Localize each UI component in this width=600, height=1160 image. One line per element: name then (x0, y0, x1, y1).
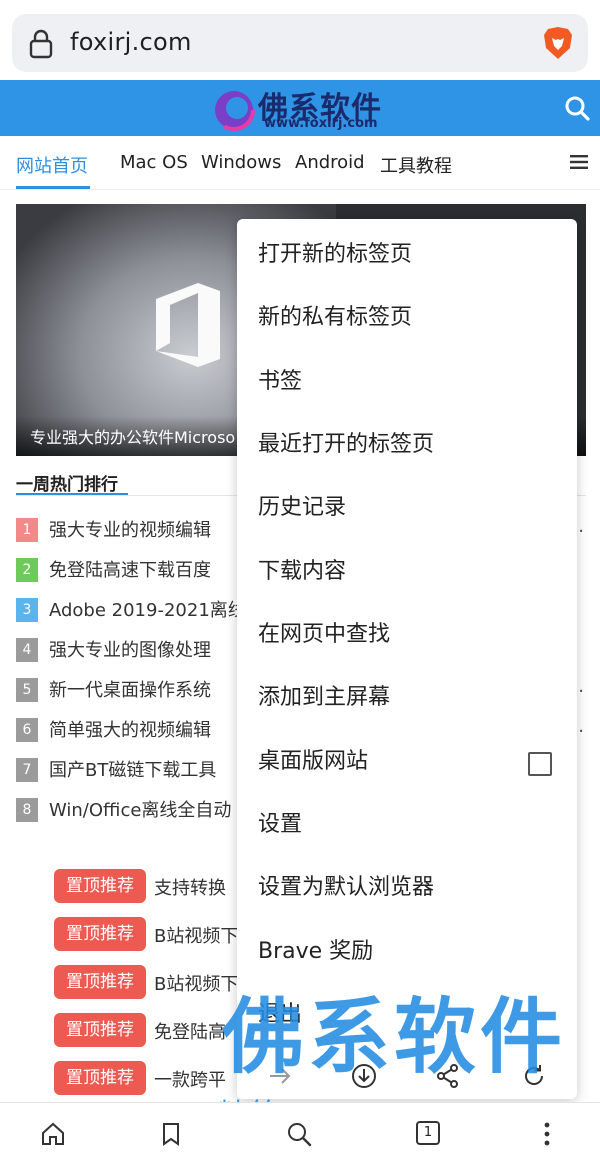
menu-new-private-tab[interactable]: 新的私有标签页 (258, 299, 412, 331)
rank-number: 8 (16, 798, 38, 822)
tab-windows[interactable]: Windows (201, 152, 281, 173)
more-icon[interactable] (534, 1121, 560, 1147)
rank-number: 2 (16, 558, 38, 582)
lock-icon (29, 29, 53, 59)
tab-tutorials[interactable]: 工具教程 (380, 152, 452, 178)
category-nav: 网站首页 Mac OS Windows Android 工具教程 (0, 136, 600, 190)
tab-home[interactable]: 网站首页 (16, 152, 88, 178)
logo-subtitle: www.foxirj.com (264, 116, 378, 131)
rank-title[interactable]: Adobe 2019-2021离线破 (49, 596, 264, 622)
rank-title[interactable]: 国产BT磁链下载工具 (49, 756, 216, 782)
address-bar[interactable]: foxirj.com (12, 14, 588, 72)
pinned-badge: 置顶推荐 (54, 917, 146, 951)
menu-recent-tabs[interactable]: 最近打开的标签页 (258, 426, 434, 458)
office-logo-icon (156, 283, 220, 367)
tab-count: 1 (416, 1121, 440, 1145)
rank-ellipsis: . (578, 516, 584, 537)
tab-macos[interactable]: Mac OS (120, 152, 188, 173)
search-icon[interactable] (564, 95, 590, 121)
logo-mark-icon (213, 89, 255, 131)
site-logo[interactable]: 佛系软件 www.foxirj.com (212, 84, 392, 132)
rank-title[interactable]: 简单强大的视频编辑 (49, 716, 211, 742)
recommend-title[interactable]: B站视频下 (154, 922, 238, 948)
pinned-badge: 置顶推荐 (54, 1013, 146, 1047)
desktop-site-checkbox[interactable] (528, 752, 552, 776)
rank-number: 7 (16, 758, 38, 782)
rank-title[interactable]: 免登陆高速下载百度 (49, 556, 211, 582)
rank-number: 1 (16, 518, 38, 542)
hamburger-menu-icon[interactable] (570, 154, 588, 170)
brave-lion-icon[interactable] (542, 26, 574, 60)
pinned-badge: 置顶推荐 (54, 965, 146, 999)
rank-title[interactable]: 强大专业的视频编辑 (49, 516, 211, 542)
menu-brave-rewards[interactable]: Brave 奖励 (258, 933, 373, 965)
home-icon[interactable] (40, 1121, 66, 1147)
rank-title[interactable]: 新一代桌面操作系统 (49, 676, 211, 702)
menu-new-tab[interactable]: 打开新的标签页 (258, 236, 412, 268)
pinned-badge: 置顶推荐 (54, 869, 146, 903)
menu-add-to-home[interactable]: 添加到主屏幕 (258, 679, 390, 711)
browser-toolbar: foxirj.com (0, 0, 600, 80)
rank-number: 3 (16, 598, 38, 622)
tab-android[interactable]: Android (295, 152, 365, 173)
rank-number: 6 (16, 718, 38, 742)
menu-bookmarks[interactable]: 书签 (258, 363, 302, 395)
section-title-underline (16, 493, 128, 495)
menu-downloads[interactable]: 下载内容 (258, 553, 346, 585)
browser-overflow-menu: 打开新的标签页 新的私有标签页 书签 最近打开的标签页 历史记录 下载内容 在网… (237, 219, 577, 1099)
recommend-title[interactable]: 免登陆高 (154, 1018, 226, 1044)
active-tab-indicator (16, 186, 90, 189)
recommend-title[interactable]: 支持转换 (154, 874, 226, 900)
rank-section-title: 一周热门排行 (16, 475, 118, 495)
rank-title[interactable]: 强大专业的图像处理 (49, 636, 211, 662)
bottom-toolbar: 1 (0, 1102, 600, 1160)
menu-settings[interactable]: 设置 (258, 806, 302, 838)
url-text[interactable]: foxirj.com (70, 28, 192, 56)
site-header: 佛系软件 www.foxirj.com (0, 80, 600, 136)
rank-number: 4 (16, 638, 38, 662)
hero-caption-text: 专业强大的办公软件Microso (30, 428, 236, 447)
recommend-title[interactable]: 一款跨平 (154, 1066, 226, 1092)
tabs-icon[interactable]: 1 (416, 1121, 442, 1147)
bookmark-icon[interactable] (158, 1121, 184, 1147)
rank-number: 5 (16, 678, 38, 702)
watermark-logo: 佛系软件 (222, 990, 567, 1085)
menu-set-default-browser[interactable]: 设置为默认浏览器 (258, 869, 434, 901)
menu-history[interactable]: 历史记录 (258, 489, 346, 521)
pinned-badge: 置顶推荐 (54, 1061, 146, 1095)
search-icon[interactable] (286, 1121, 312, 1147)
menu-find-in-page[interactable]: 在网页中查找 (258, 616, 390, 648)
menu-desktop-site[interactable]: 桌面版网站 (258, 743, 368, 775)
rank-title[interactable]: Win/Office离线全自动 (49, 796, 231, 822)
